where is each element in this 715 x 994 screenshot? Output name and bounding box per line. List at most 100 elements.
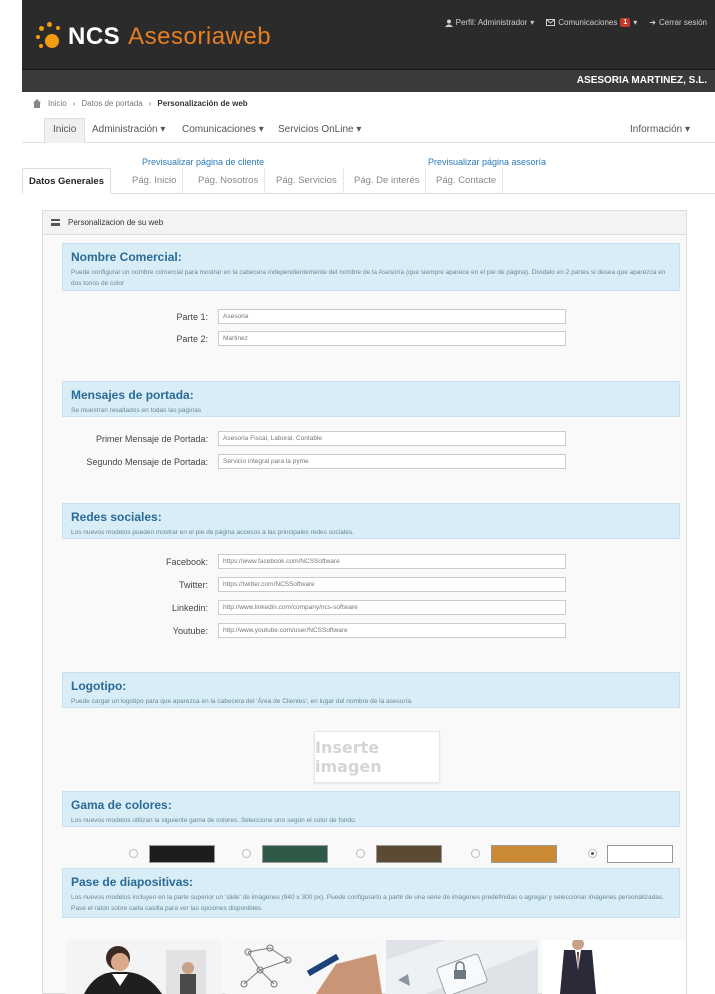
- logo-upload-placeholder[interactable]: Inserte imagen: [314, 731, 440, 783]
- slide-thumbnail-network-diagram[interactable]: [226, 940, 382, 994]
- panel-header: Personalizacion de su web: [43, 211, 686, 235]
- logout-icon: ➜: [649, 18, 656, 27]
- slide-thumbnail-business-woman[interactable]: [66, 940, 222, 994]
- breadcrumb-home[interactable]: Inicio: [48, 99, 67, 108]
- section-title: Logotipo:: [71, 679, 127, 693]
- tab-datos-generales[interactable]: Datos Generales: [22, 168, 111, 194]
- color-radio[interactable]: [588, 849, 597, 858]
- primer-mensaje-input[interactable]: [218, 431, 566, 446]
- tab-pag-inicio[interactable]: Pág. Inicio: [126, 168, 184, 194]
- logout-link[interactable]: ➜ Cerrar sesión: [649, 18, 707, 27]
- field-row-segundo-mensaje: Segundo Mensaje de Portada:: [62, 454, 566, 469]
- color-swatch[interactable]: [149, 845, 215, 863]
- section-description: Puede configurar un nombre comercial par…: [71, 269, 666, 287]
- tab-pag-de-interes[interactable]: Pág. De interés: [348, 168, 427, 194]
- profile-label: Perfil: Administrador: [455, 18, 528, 27]
- section-title: Nombre Comercial:: [71, 250, 182, 264]
- field-label: Twitter:: [178, 579, 208, 590]
- color-swatch[interactable]: [491, 845, 557, 863]
- field-row-youtube: Youtube:: [62, 623, 566, 638]
- tab-pag-contacte[interactable]: Pág. Contacte: [430, 168, 504, 194]
- color-radio[interactable]: [129, 849, 138, 858]
- communications-count-badge: 1: [620, 18, 631, 27]
- logo-mark-icon: [36, 22, 62, 52]
- caret-down-icon: ▾: [633, 18, 638, 27]
- field-row-parte1: Parte 1:: [62, 309, 566, 324]
- nav-servicios-online[interactable]: Servicios OnLine ▾: [278, 124, 361, 135]
- section-description: Se muestran resaltados en todas las pági…: [71, 407, 202, 414]
- color-swatch[interactable]: [607, 845, 673, 863]
- nav-administracion[interactable]: Administración ▾: [92, 124, 165, 135]
- nav-comunicaciones[interactable]: Comunicaciones ▾: [182, 124, 264, 135]
- field-row-primer-mensaje: Primer Mensaje de Portada:: [62, 431, 566, 446]
- company-bar: ASESORIA MARTINEZ, S.L.: [22, 70, 715, 92]
- segundo-mensaje-input[interactable]: [218, 454, 566, 469]
- tab-pag-servicios[interactable]: Pág. Servicios: [270, 168, 344, 194]
- parte2-input[interactable]: [218, 331, 566, 346]
- logo-ncs-text: NCS: [68, 23, 121, 50]
- header-bar: NCS Asesoriaweb Perfil: Administrador ▾ …: [22, 0, 715, 70]
- youtube-input[interactable]: [218, 623, 566, 638]
- section-gama-colores: Gama de colores: Los nuevos modelos util…: [62, 791, 680, 827]
- nav-informacion-label: Información: [630, 124, 683, 135]
- main-nav: Inicio Administración ▾ Comunicaciones ▾…: [22, 117, 715, 143]
- field-row-facebook: Facebook:: [62, 554, 566, 569]
- slide-thumbnail-businessman[interactable]: [542, 940, 686, 994]
- section-title: Gama de colores:: [71, 798, 172, 812]
- color-swatch[interactable]: [262, 845, 328, 863]
- color-radio[interactable]: [471, 849, 480, 858]
- breadcrumb-current: Personalización de web: [157, 99, 248, 108]
- field-row-linkedin: Linkedin:: [62, 600, 566, 615]
- field-label: Linkedin:: [171, 602, 208, 613]
- nav-inicio[interactable]: Inicio: [44, 118, 86, 143]
- preview-client-link[interactable]: Previsualizar página de cliente: [142, 157, 264, 167]
- field-row-parte2: Parte 2:: [62, 331, 566, 346]
- field-label: Parte 1:: [176, 311, 208, 322]
- field-row-twitter: Twitter:: [62, 577, 566, 592]
- profile-menu[interactable]: Perfil: Administrador ▾: [444, 18, 535, 27]
- field-label: Youtube:: [172, 625, 208, 636]
- section-nombre-comercial: Nombre Comercial: Puede configurar un no…: [62, 243, 680, 291]
- linkedin-input[interactable]: [218, 600, 566, 615]
- breadcrumb-portal[interactable]: Datos de portada: [81, 99, 142, 108]
- top-links: Perfil: Administrador ▾ Comunicaciones 1…: [444, 18, 707, 27]
- twitter-input[interactable]: [218, 577, 566, 592]
- section-logotipo: Logotipo: Puede cargar un logotipo para …: [62, 672, 680, 708]
- breadcrumb: Inicio › Datos de portada › Personalizac…: [32, 99, 248, 108]
- nav-comunicaciones-label: Comunicaciones: [182, 124, 256, 135]
- user-icon: [444, 19, 453, 27]
- businessman-image: [542, 940, 686, 994]
- color-radio[interactable]: [356, 849, 365, 858]
- section-mensajes-portada: Mensajes de portada: Se muestran resalta…: [62, 381, 680, 417]
- communications-menu[interactable]: Comunicaciones 1 ▾: [546, 18, 637, 27]
- section-redes-sociales: Redes sociales: Los nuevos modelos puede…: [62, 503, 680, 539]
- color-radio[interactable]: [242, 849, 251, 858]
- section-description: Los nuevos modelos pueden mostrar en el …: [71, 529, 354, 536]
- section-title: Pase de diapositivas:: [71, 875, 194, 889]
- field-label: Segundo Mensaje de Portada:: [86, 456, 208, 467]
- breadcrumb-separator-icon: ›: [148, 99, 152, 108]
- preview-asesoria-link[interactable]: Previsualizar página asesoría: [428, 157, 546, 167]
- field-label: Facebook:: [165, 556, 208, 567]
- field-label: Primer Mensaje de Portada:: [95, 433, 208, 444]
- logout-label: Cerrar sesión: [658, 18, 707, 27]
- slide-thumbnails: [66, 940, 686, 994]
- menu-icon: [51, 219, 60, 226]
- caret-down-icon: ▾: [530, 18, 535, 27]
- facebook-input[interactable]: [218, 554, 566, 569]
- communications-label: Comunicaciones: [558, 18, 618, 27]
- parte1-input[interactable]: [218, 309, 566, 324]
- nav-informacion[interactable]: Información ▾: [630, 124, 690, 135]
- app-window: NCS Asesoriaweb Perfil: Administrador ▾ …: [22, 0, 715, 994]
- page-tabs: Datos Generales Pág. Inicio Pág. Nosotro…: [22, 168, 715, 194]
- envelope-icon: [546, 19, 556, 26]
- breadcrumb-separator-icon: ›: [72, 99, 76, 108]
- logo[interactable]: NCS Asesoriaweb: [36, 22, 271, 52]
- company-name: ASESORIA MARTINEZ, S.L.: [576, 75, 707, 86]
- tab-pag-nosotros[interactable]: Pág. Nosotros: [192, 168, 266, 194]
- field-label: Parte 2:: [176, 333, 208, 344]
- nav-servicios-label: Servicios OnLine: [278, 124, 354, 135]
- color-swatch[interactable]: [376, 845, 442, 863]
- slide-thumbnail-keyboard-lock[interactable]: [386, 940, 538, 994]
- home-icon[interactable]: [32, 99, 42, 108]
